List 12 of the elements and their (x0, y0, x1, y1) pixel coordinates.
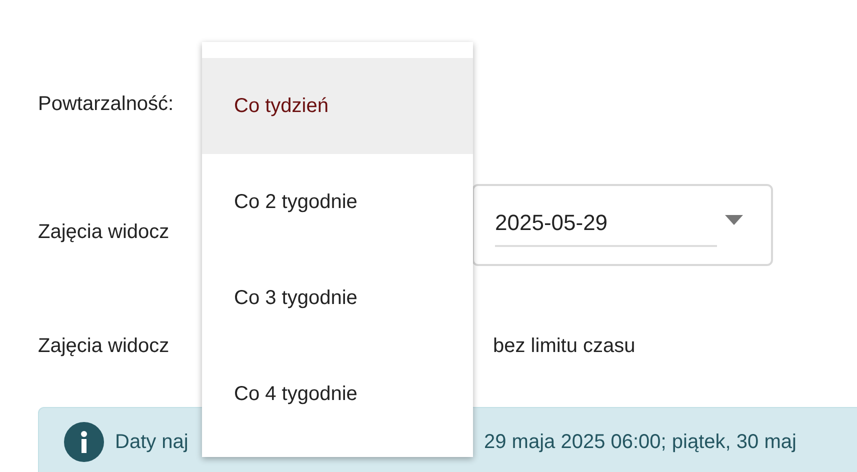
menu-item[interactable]: Co 4 tygodnie (202, 346, 473, 442)
date-value: 2025-05-29 (495, 206, 717, 247)
caret-icon (725, 215, 743, 225)
no-limit-option[interactable]: bez limitu czasu (493, 331, 636, 361)
recurrence-label: Powtarzalność: (38, 92, 174, 117)
menu-item[interactable]: Co tydzień (202, 58, 473, 154)
menu-item[interactable]: Co 3 tygodnie (202, 250, 473, 346)
menu-item[interactable]: Co 2 tygodnie (202, 154, 473, 250)
info-text: 29 maja 2025 06:00; piątek, 30 maj (484, 430, 796, 455)
info-text: Daty naj (115, 430, 190, 455)
visible-to-label: Zajęcia widocz (38, 334, 170, 359)
info-icon (64, 422, 104, 462)
